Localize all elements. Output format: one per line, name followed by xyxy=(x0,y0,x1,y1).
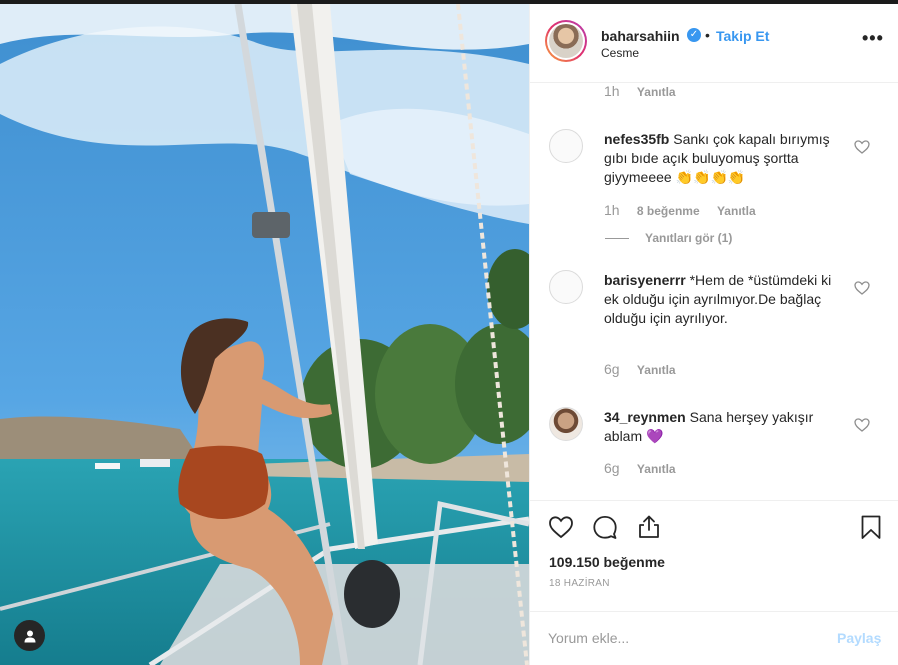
reply-button[interactable]: Yanıtla xyxy=(637,85,676,99)
like-heart-icon[interactable] xyxy=(548,514,574,540)
comment-meta: 6g Yanıtla xyxy=(604,361,676,377)
avatar-frame xyxy=(547,22,585,60)
post-like-count[interactable]: 109.150 beğenme xyxy=(549,554,665,570)
header-separator: • xyxy=(705,27,710,43)
post-side-panel: baharsahiin ✓ • Takip Et Cesme ••• 1h Ya… xyxy=(529,4,898,665)
comment-bubble-icon[interactable] xyxy=(592,514,618,540)
author-avatar-image xyxy=(549,24,583,58)
comments-list[interactable]: 1h Yanıtla nefes35fb Sankı çok kapalı bı… xyxy=(530,84,898,499)
commenter-avatar[interactable] xyxy=(549,270,583,304)
save-bookmark-icon[interactable] xyxy=(858,514,884,540)
comment-input[interactable] xyxy=(548,626,818,650)
post-comment-button[interactable]: Paylaş xyxy=(837,630,881,646)
author-username[interactable]: baharsahiin xyxy=(601,28,680,44)
comment-body: barisyenerrr *Hem de *üstümdeki ki ek ol… xyxy=(604,271,844,328)
post-header: baharsahiin ✓ • Takip Et Cesme ••• xyxy=(530,4,898,83)
like-comment-heart-icon[interactable] xyxy=(854,139,870,155)
commenter-username[interactable]: 34_reynmen xyxy=(604,409,686,425)
comment-meta: 1h 8 beğenme Yanıtla xyxy=(604,202,756,218)
commenter-avatar[interactable] xyxy=(549,407,583,441)
like-comment-heart-icon[interactable] xyxy=(854,280,870,296)
like-comment-heart-icon[interactable] xyxy=(854,417,870,433)
verified-badge-icon: ✓ xyxy=(687,28,701,42)
reply-button[interactable]: Yanıtla xyxy=(717,204,756,218)
follow-button[interactable]: Takip Et xyxy=(716,28,769,44)
comment-time: 1h xyxy=(604,202,620,218)
tagged-users-button[interactable] xyxy=(14,620,45,651)
more-options-icon[interactable]: ••• xyxy=(862,29,884,47)
commenter-username[interactable]: nefes35fb xyxy=(604,131,669,147)
post-location[interactable]: Cesme xyxy=(601,46,639,60)
user-tag-icon xyxy=(24,630,35,642)
reply-button[interactable]: Yanıtla xyxy=(637,363,676,377)
post-date: 18 HAZİRAN xyxy=(549,578,610,589)
view-replies-button[interactable]: Yanıtları gör (1) xyxy=(605,231,732,245)
share-upload-icon[interactable] xyxy=(636,514,662,540)
author-avatar[interactable] xyxy=(545,20,587,62)
comment-time: 6g xyxy=(604,460,620,476)
comment-likes[interactable]: 8 beğenme xyxy=(637,204,700,218)
comment-meta: 6g Yanıtla xyxy=(604,460,676,476)
post-photo xyxy=(0,4,529,665)
replies-divider xyxy=(605,238,629,240)
commenter-avatar[interactable] xyxy=(549,129,583,163)
comment-time: 6g xyxy=(604,361,620,377)
reply-button[interactable]: Yanıtla xyxy=(637,462,676,476)
post-photo-illustration xyxy=(0,4,529,665)
commenter-username[interactable]: barisyenerrr xyxy=(604,272,686,288)
comment-body: 34_reynmen Sana herşey yakışır ablam 💜 xyxy=(604,408,844,446)
comment-meta: 1h Yanıtla xyxy=(604,84,676,99)
post-actions: 109.150 beğenme 18 HAZİRAN Paylaş xyxy=(530,500,898,665)
add-comment-bar: Paylaş xyxy=(530,611,898,665)
comment-body: nefes35fb Sankı çok kapalı bırıymış gıbı… xyxy=(604,130,844,187)
view-replies-label: Yanıtları gör (1) xyxy=(645,231,733,245)
comment-time: 1h xyxy=(604,84,620,99)
